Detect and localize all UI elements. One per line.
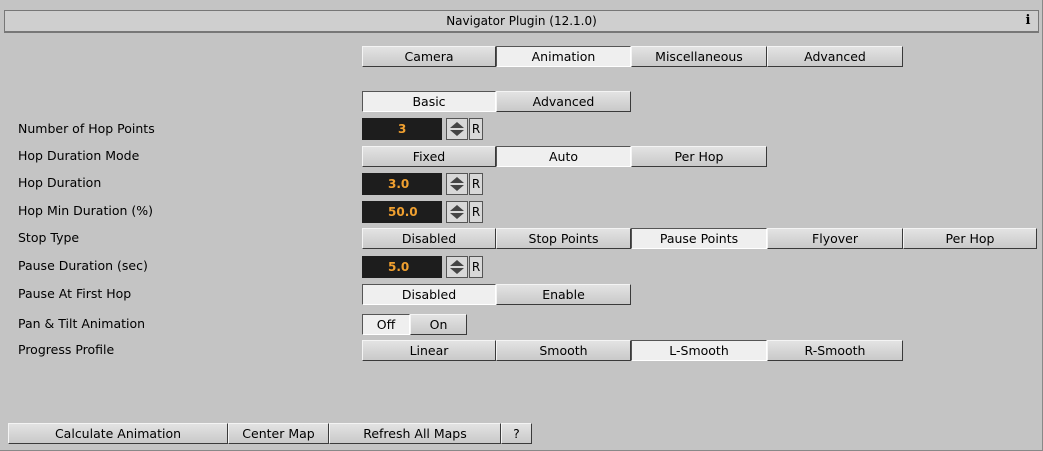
pause-first-enable[interactable]: Enable [496, 284, 631, 305]
pause-duration-reset-button[interactable]: R [469, 256, 483, 278]
tab-miscellaneous[interactable]: Miscellaneous [631, 46, 767, 67]
subtab-basic[interactable]: Basic [362, 91, 496, 112]
progress-r-smooth[interactable]: R-Smooth [767, 340, 903, 361]
hop-min-spinner-icon[interactable] [446, 201, 468, 223]
hop-duration-reset-button[interactable]: R [469, 173, 483, 195]
pause-duration-spinner-icon[interactable] [446, 256, 468, 278]
stop-type-flyover[interactable]: Flyover [767, 228, 903, 249]
hop-mode-fixed[interactable]: Fixed [362, 146, 496, 167]
hop-duration-label: Hop Duration [18, 175, 102, 190]
tab-advanced[interactable]: Advanced [767, 46, 903, 67]
hop-points-label: Number of Hop Points [18, 121, 155, 136]
stop-type-pause-points[interactable]: Pause Points [631, 228, 767, 249]
hop-mode-label: Hop Duration Mode [18, 148, 140, 163]
progress-smooth[interactable]: Smooth [496, 340, 631, 361]
stop-type-per-hop[interactable]: Per Hop [903, 228, 1037, 249]
pause-first-label: Pause At First Hop [18, 286, 132, 301]
divider [4, 32, 1039, 33]
help-button[interactable]: ? [501, 423, 532, 444]
hop-points-spinner-icon[interactable] [446, 118, 468, 140]
stop-type-label: Stop Type [18, 230, 80, 245]
hop-mode-auto[interactable]: Auto [496, 146, 631, 167]
hop-points-field[interactable]: 3 [362, 118, 442, 140]
plugin-window: Navigator Plugin (12.1.0) i Camera Anima… [0, 0, 1043, 451]
stop-type-stop-points[interactable]: Stop Points [496, 228, 631, 249]
progress-l-smooth[interactable]: L-Smooth [631, 340, 767, 361]
hop-min-field[interactable]: 50.0 [362, 201, 442, 223]
refresh-all-maps-button[interactable]: Refresh All Maps [329, 423, 501, 444]
pause-first-disabled[interactable]: Disabled [362, 284, 496, 305]
info-icon[interactable]: i [1018, 11, 1038, 31]
title-bar: Navigator Plugin (12.1.0) i [4, 10, 1039, 32]
hop-duration-spinner-icon[interactable] [446, 173, 468, 195]
tab-animation[interactable]: Animation [496, 46, 631, 67]
pause-duration-field[interactable]: 5.0 [362, 256, 442, 278]
subtab-advanced[interactable]: Advanced [496, 91, 631, 112]
hop-min-label: Hop Min Duration (%) [18, 203, 154, 218]
pan-tilt-off[interactable]: Off [362, 314, 410, 335]
pause-duration-label: Pause Duration (sec) [18, 258, 148, 273]
hop-duration-field[interactable]: 3.0 [362, 173, 442, 195]
window-title: Navigator Plugin (12.1.0) [446, 14, 597, 28]
pan-tilt-on[interactable]: On [410, 314, 467, 335]
hop-min-reset-button[interactable]: R [469, 201, 483, 223]
progress-label: Progress Profile [18, 342, 115, 357]
hop-mode-per-hop[interactable]: Per Hop [631, 146, 767, 167]
calculate-animation-button[interactable]: Calculate Animation [8, 423, 228, 444]
center-map-button[interactable]: Center Map [228, 423, 329, 444]
tab-camera[interactable]: Camera [362, 46, 496, 67]
pan-tilt-label: Pan & Tilt Animation [18, 316, 146, 331]
progress-linear[interactable]: Linear [362, 340, 496, 361]
hop-points-reset-button[interactable]: R [469, 118, 483, 140]
stop-type-disabled[interactable]: Disabled [362, 228, 496, 249]
